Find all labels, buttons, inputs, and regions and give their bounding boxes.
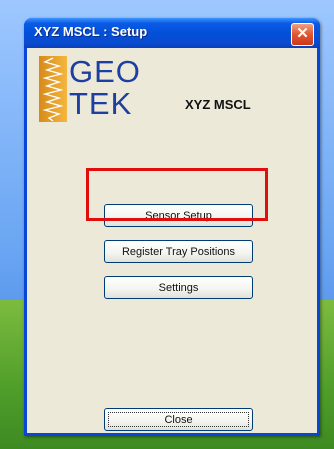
title-bar[interactable]: XYZ MSCL : Setup ✕ [24,18,320,48]
logo-text: GEO TEK [69,54,141,122]
settings-button[interactable]: Settings [104,276,253,299]
logo-text-line2: TEK [69,86,133,121]
close-button-label: Close [108,412,249,427]
window-title: XYZ MSCL : Setup [34,24,148,39]
product-name: XYZ MSCL [185,97,251,112]
logo-waveform-icon [39,56,67,122]
register-tray-positions-button[interactable]: Register Tray Positions [104,240,253,263]
close-button[interactable]: Close [104,408,253,431]
setup-window: XYZ MSCL : Setup ✕ GEO TEK XYZ MSCL Sens… [24,18,320,436]
window-client-area: GEO TEK XYZ MSCL Sensor Setup Register T… [27,48,317,433]
highlight-box [86,168,268,221]
close-icon[interactable]: ✕ [291,23,314,46]
geotek-logo: GEO TEK [39,54,141,122]
logo-text-line1: GEO [69,54,141,89]
